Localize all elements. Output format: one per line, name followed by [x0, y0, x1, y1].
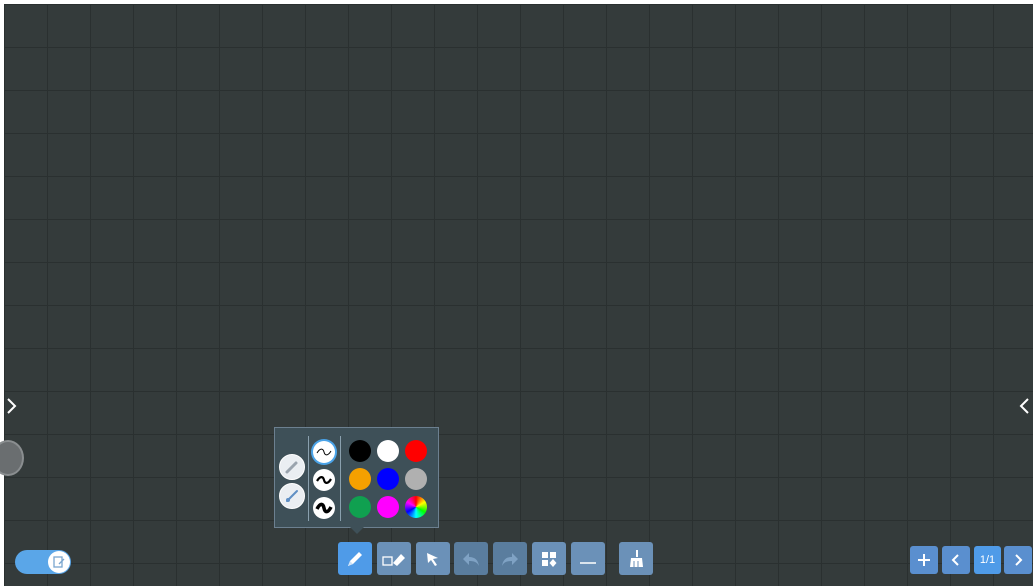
pencil-icon: [285, 461, 298, 474]
left-border: [0, 0, 4, 586]
expand-left-arrow-icon[interactable]: [4, 394, 20, 418]
color-blue[interactable]: [377, 468, 399, 490]
color-magenta[interactable]: [377, 496, 399, 518]
thin-wave-icon: [316, 448, 332, 456]
line-icon: [580, 561, 596, 564]
color-white[interactable]: [377, 440, 399, 462]
expand-right-arrow-icon[interactable]: [1017, 394, 1033, 418]
plus-icon: [918, 554, 930, 566]
top-border: [0, 0, 1033, 4]
line-tool-button[interactable]: [571, 542, 605, 575]
popup-divider: [308, 436, 309, 521]
next-page-button[interactable]: [1004, 546, 1032, 574]
brush-pen-button[interactable]: [279, 483, 305, 509]
eraser-tool-button[interactable]: [377, 542, 411, 575]
color-black[interactable]: [349, 440, 371, 462]
color-red[interactable]: [405, 440, 427, 462]
color-wheel-picker[interactable]: [405, 496, 427, 518]
color-gray[interactable]: [405, 468, 427, 490]
pen-tool-button[interactable]: [338, 542, 372, 575]
prev-page-button[interactable]: [942, 546, 970, 574]
select-tool-button[interactable]: [416, 542, 450, 575]
popup-divider: [340, 436, 341, 521]
chevron-right-icon: [1015, 554, 1023, 566]
broom-icon: [630, 549, 643, 567]
page-indicator: 1/1: [974, 546, 1001, 574]
stroke-thin-button[interactable]: [313, 441, 335, 463]
brush-icon: [286, 490, 298, 502]
toggle-knob: [48, 551, 70, 573]
pen-icon: [348, 551, 362, 566]
redo-icon: [502, 552, 518, 566]
undo-icon: [463, 552, 479, 566]
stroke-medium-button[interactable]: [313, 469, 335, 491]
undo-button[interactable]: [454, 542, 488, 575]
medium-wave-icon: [316, 476, 332, 484]
pen-settings-popup: [274, 427, 439, 534]
color-green[interactable]: [349, 496, 371, 518]
cursor-icon: [427, 552, 438, 566]
eraser-icon: [382, 553, 405, 566]
note-icon: [53, 556, 65, 568]
pencil-pen-button[interactable]: [279, 454, 305, 480]
stroke-thick-button[interactable]: [313, 497, 335, 519]
chevron-left-icon: [951, 554, 959, 566]
more-tools-button[interactable]: [532, 542, 566, 575]
add-page-button[interactable]: [910, 546, 938, 574]
redo-button[interactable]: [493, 542, 527, 575]
grid-icon: [542, 551, 557, 567]
mode-toggle[interactable]: [15, 550, 71, 574]
clear-all-button[interactable]: [619, 542, 653, 575]
popup-pointer: [350, 527, 364, 534]
thick-wave-icon: [315, 502, 333, 514]
color-orange[interactable]: [349, 468, 371, 490]
whiteboard-canvas[interactable]: [4, 4, 1033, 586]
